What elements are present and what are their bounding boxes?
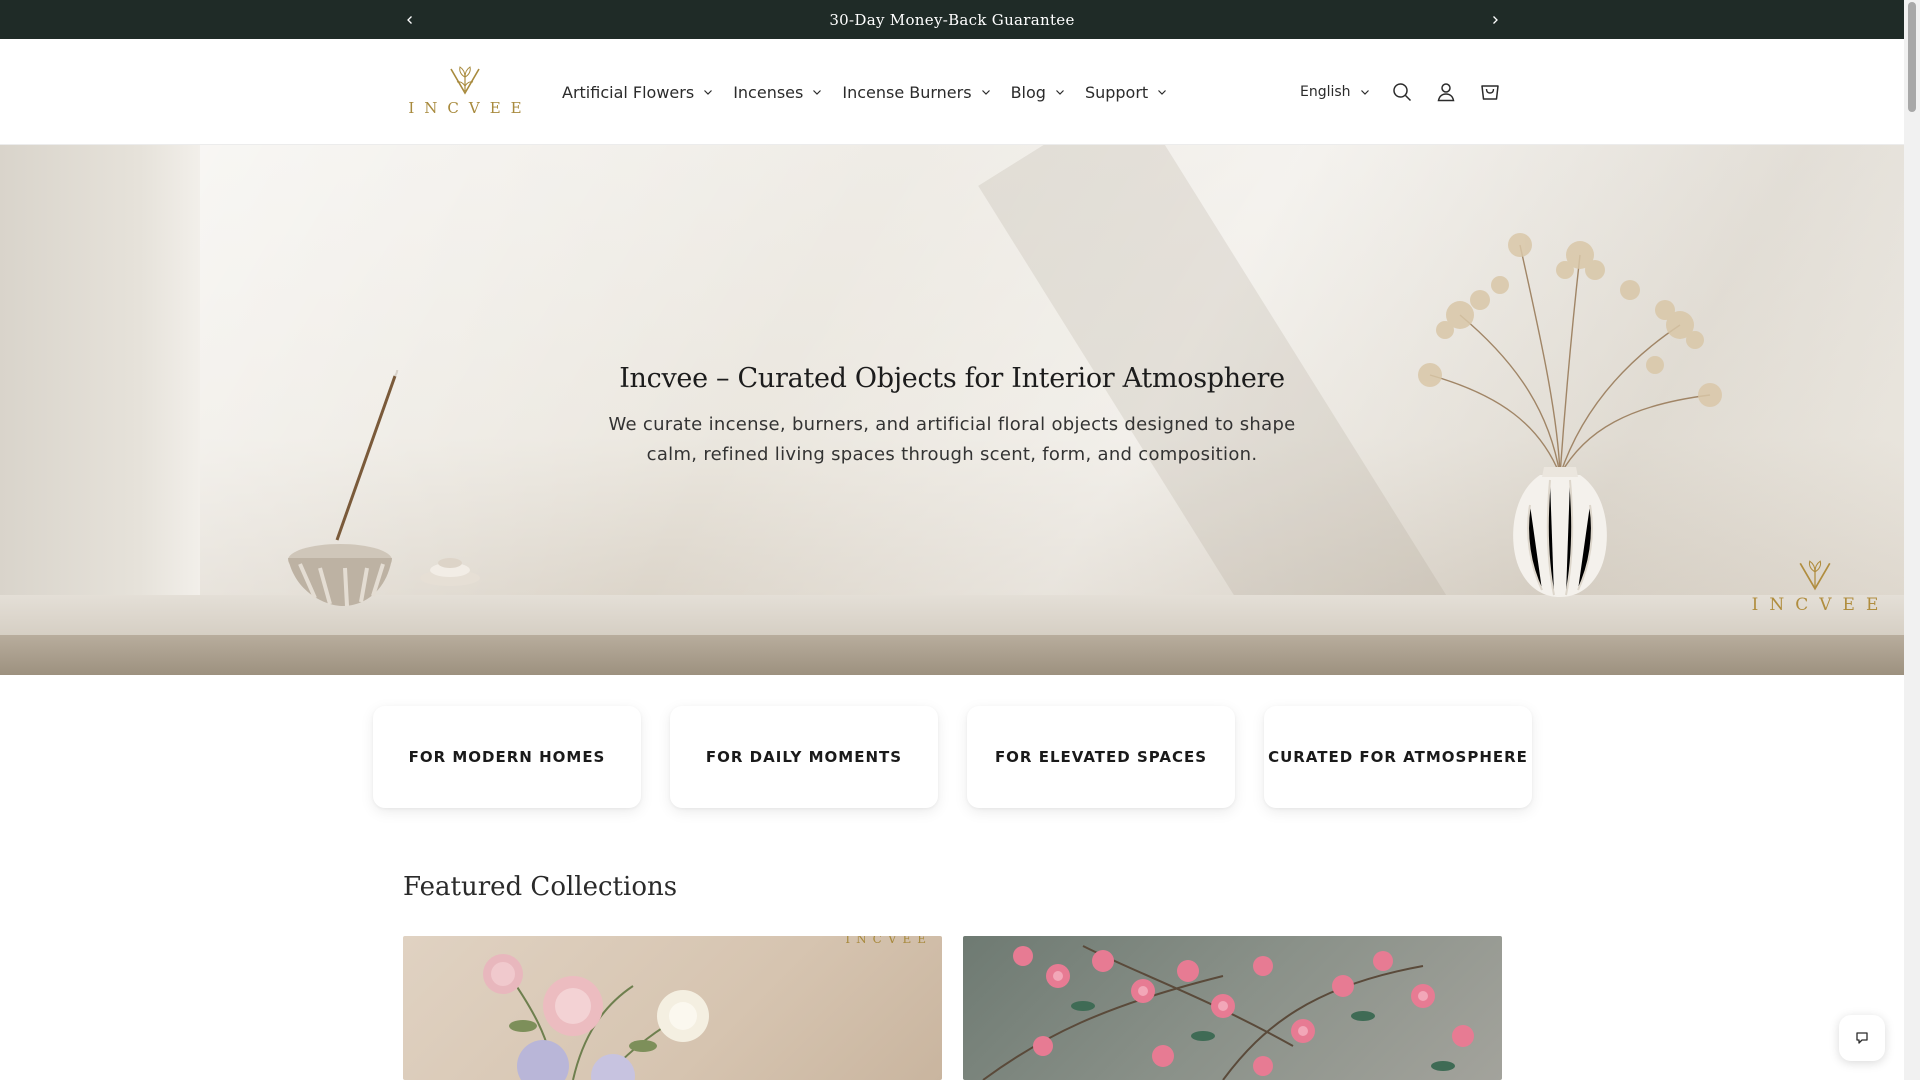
announcement-text: 30-Day Money-Back Guarantee <box>829 10 1075 29</box>
feature-card-label: FOR MODERN HOMES <box>408 748 606 766</box>
scrollbar-thumb[interactable] <box>1908 2 1916 112</box>
nav-item-incense-burners[interactable]: Incense Burners <box>832 83 1000 102</box>
cart-button[interactable] <box>1468 70 1512 114</box>
announcement-next-button[interactable] <box>1484 9 1506 31</box>
announcement-prev-button[interactable] <box>399 9 421 31</box>
nav-item-label: Blog <box>1010 82 1046 102</box>
chevron-down-icon <box>703 87 713 97</box>
nav-item-support[interactable]: Support <box>1075 83 1177 102</box>
hero-subtitle: We curate incense, burners, and artifici… <box>608 414 1296 465</box>
header-actions: English <box>1290 75 1512 109</box>
nav-item-label: Artificial Flowers <box>562 82 695 102</box>
site-header: INCVEE Artificial Flowers Incenses Incen… <box>0 39 1904 145</box>
feature-card-label: FOR DAILY MOMENTS <box>705 748 903 766</box>
nav-item-artificial-flowers[interactable]: Artificial Flowers <box>552 83 723 102</box>
account-icon <box>1437 83 1454 102</box>
feature-cards: FOR MODERN HOMES FOR DAILY MOMENTS FOR E… <box>373 706 1533 808</box>
main-nav: Artificial Flowers Incenses Incense Burn… <box>552 75 1177 109</box>
hero-banner: Incvee – Curated Objects for Interior At… <box>0 145 1904 675</box>
language-label: English <box>1300 84 1351 100</box>
logo-emblem-icon <box>1799 560 1831 591</box>
feature-card-label: CURATED FOR ATMOSPHERE <box>1268 748 1528 766</box>
hero-watermark-text: INCVEE <box>1751 595 1890 615</box>
hero-text: Incvee – Curated Objects for Interior At… <box>0 363 1904 470</box>
hero-shelf-edge <box>0 635 1904 675</box>
search-button[interactable] <box>1380 70 1424 114</box>
chat-icon <box>1856 1032 1868 1044</box>
nav-item-incenses[interactable]: Incenses <box>723 83 832 102</box>
collection-card-peonies[interactable]: INCVEE <box>403 936 942 1080</box>
peony-image <box>483 954 709 1080</box>
announcement-bar: 30-Day Money-Back Guarantee <box>0 0 1904 39</box>
feature-card-label: FOR ELEVATED SPACES <box>994 748 1208 766</box>
chat-button[interactable] <box>1839 1015 1885 1061</box>
feature-card: CURATED FOR ATMOSPHERE <box>1264 706 1532 808</box>
blossom-image <box>982 945 1474 1080</box>
chevron-down-icon <box>1055 87 1065 97</box>
language-selector[interactable]: English <box>1290 84 1380 100</box>
chevron-down-icon <box>812 87 822 97</box>
chevron-down-icon <box>1360 87 1370 97</box>
chevron-right-icon <box>1493 16 1498 24</box>
chevron-down-icon <box>981 87 991 97</box>
nav-item-label: Support <box>1084 82 1149 102</box>
hero-watermark-logo: INCVEE <box>1750 557 1880 627</box>
nav-item-blog[interactable]: Blog <box>1001 83 1075 102</box>
logo-wordmark: INCVEE <box>408 99 532 117</box>
search-icon <box>1392 83 1411 102</box>
feature-card: FOR MODERN HOMES <box>373 706 641 808</box>
featured-collections-title: Featured Collections <box>403 872 678 902</box>
account-button[interactable] <box>1424 70 1468 114</box>
feature-card: FOR DAILY MOMENTS <box>670 706 938 808</box>
hero-title: Incvee – Curated Objects for Interior At… <box>619 363 1285 394</box>
page-scrollbar[interactable] <box>1904 0 1920 1080</box>
logo-emblem-icon <box>450 66 480 95</box>
nav-item-label: Incense Burners <box>842 82 972 102</box>
chevron-left-icon <box>407 16 412 24</box>
collection-card-blossoms[interactable] <box>963 936 1502 1080</box>
nav-item-label: Incenses <box>733 82 804 102</box>
logo[interactable]: INCVEE <box>408 63 522 123</box>
feature-card: FOR ELEVATED SPACES <box>967 706 1235 808</box>
cart-icon <box>1480 85 1499 100</box>
chevron-down-icon <box>1157 87 1167 97</box>
